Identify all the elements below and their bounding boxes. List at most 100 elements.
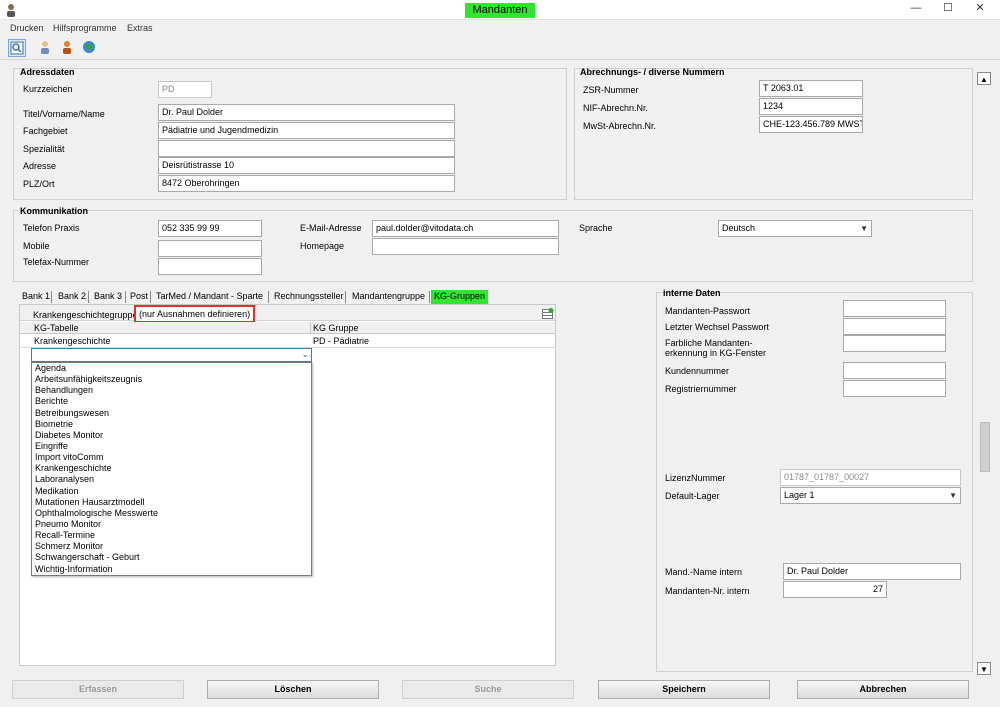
erfassen-button[interactable]: Erfassen [12,680,184,699]
nif-field[interactable]: 1234 [759,98,863,115]
wechsel-label: Letzter Wechsel Passwort [665,322,769,332]
email-field[interactable]: paul.dolder@vitodata.ch [372,220,559,237]
spezialitaet-label: Spezialität [23,144,65,154]
scroll-down-icon[interactable]: ▼ [977,662,991,675]
registriernummer-field[interactable] [843,380,946,397]
tab-bank-3[interactable]: Bank 3 [91,290,125,304]
dropdown-option[interactable]: Medikation [32,486,311,497]
sprache-select[interactable]: Deutsch ▼ [718,220,872,237]
suche-button[interactable]: Suche [402,680,574,699]
kundennummer-field[interactable] [843,362,946,379]
fachgebiet-label: Fachgebiet [23,126,68,136]
minimize-button[interactable]: — [900,0,932,18]
kg-row-gruppe[interactable]: PD - Pädiatrie [313,336,369,347]
titel-label: Titel/Vorname/Name [23,109,105,119]
sprache-label: Sprache [579,223,613,233]
dropdown-option[interactable]: Pneumo Monitor [32,519,311,530]
dropdown-option[interactable]: Betreibungswesen [32,408,311,419]
dropdown-option[interactable]: Biometrie [32,419,311,430]
mobile-label: Mobile [23,241,50,251]
dropdown-option[interactable]: Ophthalmologische Messwerte [32,508,311,519]
menu-extras[interactable]: Extras [127,23,153,33]
kg-dropdown-list[interactable]: Agenda Arbeitsunfähigkeitszeugnis Behandlu… [31,362,312,576]
dropdown-option[interactable]: Eingriffe [32,441,311,452]
kundennummer-label: Kundennummer [665,366,730,376]
lager-select[interactable]: Lager 1 ▼ [780,487,961,504]
dropdown-option[interactable]: Laboranalysen [32,474,311,485]
telefax-label: Telefax-Nummer [23,257,90,267]
kg-row-tabelle[interactable]: Krankengeschichte [34,336,111,347]
dropdown-option[interactable]: Mutationen Hausarztmodell [32,497,311,508]
spezialitaet-field[interactable] [158,140,455,157]
tab-rechnungssteller[interactable]: Rechnungssteller [271,290,347,304]
telefon-label: Telefon Praxis [23,223,80,233]
adresse-field[interactable]: Deisrütistrasse 10 [158,157,455,174]
interne-daten-title: interne Daten [663,288,721,298]
dropdown-option[interactable]: Agenda [32,363,311,374]
vertical-scrollbar[interactable] [977,72,991,675]
lager-value: Lager 1 [784,490,815,500]
tab-tarmed[interactable]: TarMed / Mandant - Sparte [153,290,266,304]
maximize-button[interactable]: ☐ [932,0,964,18]
add-row-icon[interactable] [542,308,554,319]
adressdaten-title: Adressdaten [20,67,75,77]
speichern-button[interactable]: Speichern [598,680,770,699]
window-title: Mandanten [465,3,535,18]
zsr-field[interactable]: T 2063.01 [759,80,863,97]
dropdown-option[interactable]: Recall-Termine [32,530,311,541]
telefon-field[interactable]: 052 335 99 99 [158,220,262,237]
tab-post[interactable]: Post [127,290,151,304]
mand-name-field[interactable]: Dr. Paul Dolder [783,563,961,580]
kg-header-label: Krankengeschichtegruppe [33,310,138,320]
dropdown-option[interactable]: Behandlungen [32,385,311,396]
abbrechen-button[interactable]: Abbrechen [797,680,969,699]
dropdown-option[interactable]: Berichte [32,396,311,407]
person-icon[interactable] [59,39,77,57]
scroll-up-icon[interactable]: ▲ [977,72,991,85]
mwst-field[interactable]: CHE-123.456.789 MWST [759,116,863,133]
tab-mandantengruppe[interactable]: Mandantengruppe [349,290,428,304]
user-icon[interactable] [37,39,55,57]
tab-kg-gruppen[interactable]: KG-Gruppen [431,290,489,304]
close-button[interactable]: ✕ [964,0,996,18]
loeschen-button[interactable]: Löschen [207,680,379,699]
kg-header-note: (nur Ausnahmen definieren) [139,309,251,319]
telefax-field[interactable] [158,258,262,275]
kg-col-gruppe[interactable]: KG Gruppe [313,323,359,334]
dropdown-option[interactable]: Diabetes Monitor [32,430,311,441]
homepage-field[interactable] [372,238,559,255]
titel-field[interactable]: Dr. Paul Dolder [158,104,455,121]
farbliche-label-1: Farbliche Mandanten- [665,338,753,348]
mand-nr-field[interactable]: 27 [783,581,887,598]
dropdown-option[interactable]: Krankengeschichte [32,463,311,474]
homepage-label: Homepage [300,241,345,251]
menu-drucken[interactable]: Drucken [10,23,44,33]
app-icon [7,4,15,17]
kg-col-tabelle[interactable]: KG-Tabelle [34,323,79,334]
plz-ort-field[interactable]: 8472 Oberohringen [158,175,455,192]
kg-tabelle-dropdown[interactable]: ⌄ [31,348,312,362]
mobile-field[interactable] [158,240,262,257]
dropdown-option[interactable]: Schwangerschaft - Geburt [32,552,311,563]
chevron-down-icon: ⌄ [301,349,309,359]
zoom-icon[interactable] [8,39,26,57]
globe-icon[interactable] [81,39,99,57]
wechsel-field[interactable] [843,318,946,335]
lizenz-field[interactable]: 01787_01787_00027 [780,469,961,486]
scroll-thumb[interactable] [980,422,990,472]
menu-hilfsprogramme[interactable]: Hilfsprogramme [53,23,117,33]
tab-bank-2[interactable]: Bank 2 [55,290,89,304]
passwort-field[interactable] [843,300,946,317]
fachgebiet-field[interactable]: Pädiatrie und Jugendmedizin [158,122,455,139]
dropdown-option[interactable]: Arbeitsunfähigkeitszeugnis [32,374,311,385]
dropdown-option[interactable]: Wichtig-Information [32,564,311,575]
tab-bank-1[interactable]: Bank 1 [19,290,53,304]
toolbar [0,37,1000,60]
dropdown-option[interactable]: Schmerz Monitor [32,541,311,552]
farbliche-field[interactable] [843,335,946,352]
tab-separator [345,291,346,303]
dropdown-option[interactable]: Import vitoComm [32,452,311,463]
plz-ort-label: PLZ/Ort [23,179,55,189]
tab-separator [150,291,151,303]
kurzzeichen-field[interactable]: PD [158,81,212,98]
